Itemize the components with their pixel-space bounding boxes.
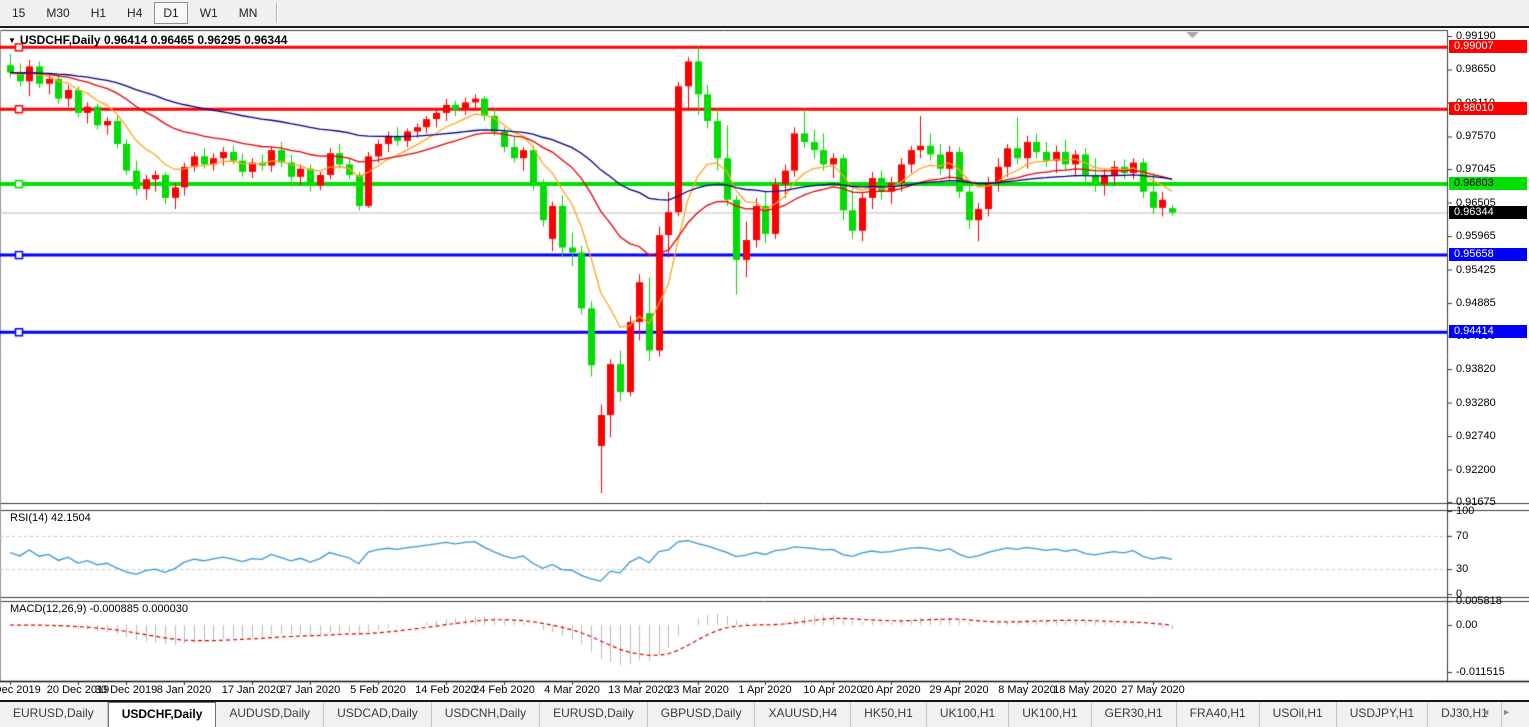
chart-tab-usdcad-daily[interactable]: USDCAD,Daily [324,702,432,727]
chart-tab-xauusd-h4[interactable]: XAUUSD,H4 [755,702,851,727]
timeframe-button-mn[interactable]: MN [230,2,267,24]
chart-tab-gbpusd-daily[interactable]: GBPUSD,Daily [648,702,756,727]
chart-tab-usdcnh-daily[interactable]: USDCNH,Daily [432,702,540,727]
tab-scroll-right-icon[interactable]: ► [1502,707,1523,717]
chart-tab-uk100-h1[interactable]: UK100,H1 [927,702,1009,727]
timeframe-button-h1[interactable]: H1 [82,2,115,24]
timeframe-toolbar: 15M30H1H4D1W1MN [0,0,1529,28]
trading-platform-window: 15M30H1H4D1W1MN ▼USDCHF,Daily 0.96414 0.… [0,0,1529,727]
chart-tab-uk100-h1[interactable]: UK100,H1 [1009,702,1091,727]
timeframe-button-h4[interactable]: H4 [118,2,151,24]
chart-tab-hk50-h1[interactable]: HK50,H1 [851,702,927,727]
chart-tab-usdjpy-h1[interactable]: USDJPY,H1 [1337,702,1428,727]
candlestick-chart-canvas[interactable] [0,28,1529,700]
timeframe-button-d1[interactable]: D1 [154,2,187,24]
timeframe-button-15[interactable]: 15 [3,2,34,24]
chart-tab-eurusd-daily[interactable]: EURUSD,Daily [540,702,648,727]
tab-scroll-left-icon[interactable]: ◄ [1481,707,1502,717]
chart-tab-usoil-h1[interactable]: USOil,H1 [1260,702,1337,727]
chart-tabs-bar: EURUSD,DailyUSDCHF,DailyAUDUSD,DailyUSDC… [0,700,1529,727]
timeframe-button-w1[interactable]: W1 [191,2,227,24]
chart-tab-usdchf-daily[interactable]: USDCHF,Daily [108,702,217,727]
chart-tab-fra40-h1[interactable]: FRA40,H1 [1177,702,1260,727]
tab-scroll-arrows[interactable]: ◄► [1481,707,1523,717]
chart-tab-eurusd-daily[interactable]: EURUSD,Daily [0,702,108,727]
chart-tab-ger30-h1[interactable]: GER30,H1 [1092,702,1177,727]
chart-tab-audusd-daily[interactable]: AUDUSD,Daily [216,702,324,727]
toolbar-separator [276,3,277,23]
timeframe-button-m30[interactable]: M30 [37,2,78,24]
